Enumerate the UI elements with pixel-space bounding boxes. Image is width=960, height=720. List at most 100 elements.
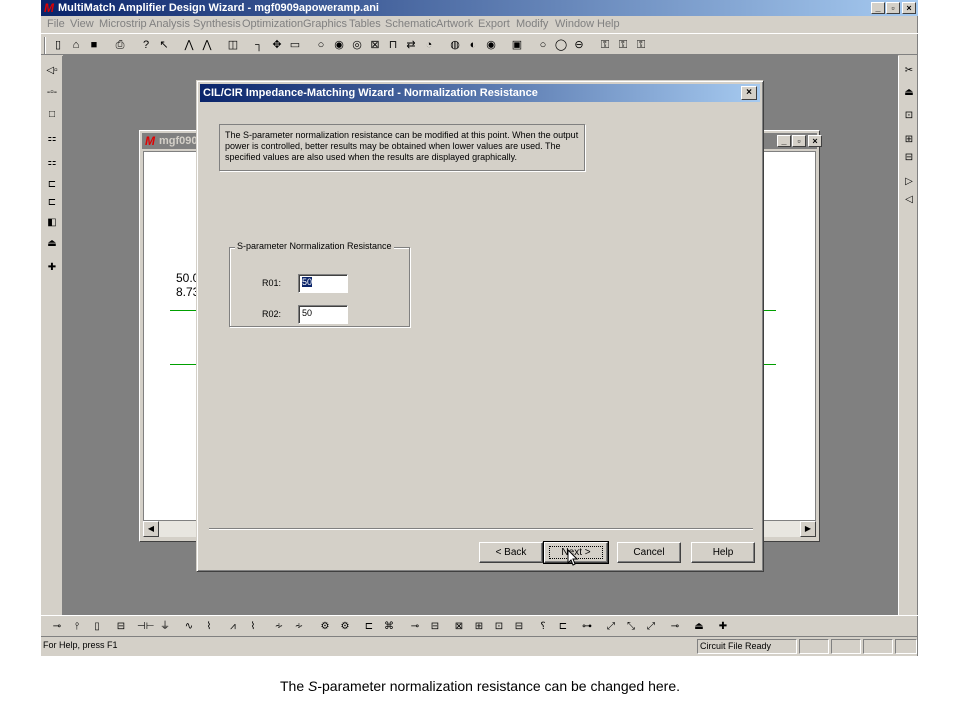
new-file-icon[interactable]: ▯ (50, 37, 66, 53)
scroll-left-icon[interactable]: ◀ (143, 521, 159, 537)
tool-q-icon[interactable]: ▣ (509, 37, 525, 53)
tool-t-icon[interactable]: ⊖ (571, 37, 587, 53)
element-15-icon[interactable]: ⊏ (361, 619, 377, 635)
menu-artwork[interactable]: Artwork (436, 18, 473, 30)
ground-r-icon[interactable]: ⏏ (901, 85, 917, 101)
tool-i-icon[interactable]: ◎ (349, 37, 365, 53)
k-block-icon[interactable]: ◧ (44, 215, 60, 231)
element-2-icon[interactable]: ⫯ (69, 619, 85, 635)
element-29-icon[interactable]: ⊸ (667, 619, 683, 635)
element-1-icon[interactable]: ⊸ (49, 619, 65, 635)
element-27-icon[interactable]: ⤡ (623, 619, 639, 635)
menu-microstrip[interactable]: Microstrip (99, 18, 147, 30)
element-12-icon[interactable]: ∻ (291, 619, 307, 635)
element-24-icon[interactable]: ⊏ (555, 619, 571, 635)
menu-window[interactable]: Window (555, 18, 594, 30)
cil-icon[interactable]: ⚏ (44, 155, 60, 171)
help-button[interactable]: Help (691, 542, 755, 563)
element-8-icon[interactable]: ⌇ (201, 619, 217, 635)
element-14-icon[interactable]: ⚙ (337, 619, 353, 635)
context-help-icon[interactable]: ↖ (156, 37, 172, 53)
menu-graphics[interactable]: Graphics (303, 18, 347, 30)
port-left-icon[interactable]: ◁▫ (44, 63, 60, 79)
element-13-icon[interactable]: ⚙ (317, 619, 333, 635)
minimize-button[interactable]: _ (871, 2, 885, 14)
dialog-close-button[interactable]: × (741, 86, 757, 100)
plus-box-icon[interactable]: ⊞ (901, 132, 917, 148)
close-button[interactable]: × (902, 2, 916, 14)
menu-help[interactable]: Help (597, 18, 620, 30)
element-5-icon[interactable]: ⊣⊢ (137, 619, 154, 635)
ground-icon[interactable]: ⏏ (44, 236, 60, 252)
element-20-icon[interactable]: ⊞ (471, 619, 487, 635)
cir-icon[interactable]: ⚏ (44, 131, 60, 147)
tool-u-icon[interactable]: ⚿ (597, 37, 613, 53)
element-23-icon[interactable]: ⸮ (535, 619, 551, 635)
tool-a-icon[interactable]: ⋀ (181, 37, 197, 53)
doc-minimize-button[interactable]: _ (777, 135, 791, 147)
menu-file[interactable]: File (47, 18, 65, 30)
tool-f-icon[interactable]: ▭ (287, 37, 303, 53)
arrow-right-icon[interactable]: ▷ (901, 174, 917, 190)
menu-analysis[interactable]: Analysis (149, 18, 190, 30)
tool-h-icon[interactable]: ◉ (331, 37, 347, 53)
element-18-icon[interactable]: ⊟ (427, 619, 443, 635)
minus-box-icon[interactable]: ⊟ (901, 150, 917, 166)
tool-d-icon[interactable]: ┐ (251, 37, 267, 53)
tool-n-icon[interactable]: ◍ (447, 37, 463, 53)
menu-schematic[interactable]: Schematic (385, 18, 436, 30)
tool-o-icon[interactable]: ◐ (465, 37, 481, 53)
menu-view[interactable]: View (70, 18, 94, 30)
scroll-right-icon[interactable]: ▶ (800, 521, 816, 537)
tool-m-icon[interactable]: ◔ (421, 37, 437, 53)
element-25-icon[interactable]: ⊶ (579, 619, 595, 635)
tool-b-icon[interactable]: ⋀ (199, 37, 215, 53)
print-icon[interactable]: ⎙ (112, 37, 128, 53)
element-28-icon[interactable]: ⤢ (643, 619, 659, 635)
element-21-icon[interactable]: ⊡ (491, 619, 507, 635)
element-31-icon[interactable]: ✚ (715, 619, 731, 635)
doc-close-button[interactable]: × (808, 135, 822, 147)
menu-synthesis[interactable]: Synthesis (193, 18, 241, 30)
element-19-icon[interactable]: ⊠ (451, 619, 467, 635)
r02-input[interactable]: 50 (298, 305, 348, 324)
element-22-icon[interactable]: ⊟ (511, 619, 527, 635)
menu-optimization[interactable]: Optimization (242, 18, 303, 30)
arrow-left-icon[interactable]: ◁ (901, 192, 917, 208)
element-3-icon[interactable]: ▯ (89, 619, 105, 635)
box-dot-icon[interactable]: ⊡ (901, 108, 917, 124)
restore-button[interactable]: ▫ (886, 2, 900, 14)
tool-s-icon[interactable]: ◯ (553, 37, 569, 53)
capacitor-icon[interactable]: ⊏ (44, 195, 60, 211)
inductor-icon[interactable]: ⊏ (44, 177, 60, 193)
menu-tables[interactable]: Tables (349, 18, 381, 30)
back-button[interactable]: < Back (479, 542, 543, 563)
element-26-icon[interactable]: ⤢ (603, 619, 619, 635)
element-17-icon[interactable]: ⊸ (407, 619, 423, 635)
open-folder-icon[interactable]: ⌂ (68, 37, 84, 53)
tool-e-icon[interactable]: ✥ (269, 37, 285, 53)
help-icon[interactable]: ? (138, 37, 154, 53)
cross-icon[interactable]: ✚ (44, 260, 60, 276)
menu-export[interactable]: Export (478, 18, 510, 30)
doc-restore-button[interactable]: ▫ (792, 135, 806, 147)
tool-c-icon[interactable]: ◫ (225, 37, 241, 53)
tool-j-icon[interactable]: ⊠ (367, 37, 383, 53)
menu-modify[interactable]: Modify (516, 18, 548, 30)
element-16-icon[interactable]: ⌘ (381, 619, 397, 635)
element-7-icon[interactable]: ∿ (181, 619, 197, 635)
element-30-icon[interactable]: ⏏ (691, 619, 707, 635)
element-11-icon[interactable]: ∻ (271, 619, 287, 635)
element-6-icon[interactable]: ⏚ (157, 619, 173, 635)
tool-k-icon[interactable]: ⊓ (385, 37, 401, 53)
element-9-icon[interactable]: ⩘ (225, 619, 241, 635)
save-icon[interactable]: ■ (86, 37, 102, 53)
tool-r-icon[interactable]: ○ (535, 37, 551, 53)
box-icon[interactable]: □ (44, 107, 60, 123)
cancel-button[interactable]: Cancel (617, 542, 681, 563)
tool-l-icon[interactable]: ⇄ (403, 37, 419, 53)
r01-input[interactable]: 50 (298, 274, 348, 293)
port-icon[interactable]: -▫- (44, 85, 60, 101)
element-10-icon[interactable]: ⌇ (245, 619, 261, 635)
tool-g-icon[interactable]: ○ (313, 37, 329, 53)
